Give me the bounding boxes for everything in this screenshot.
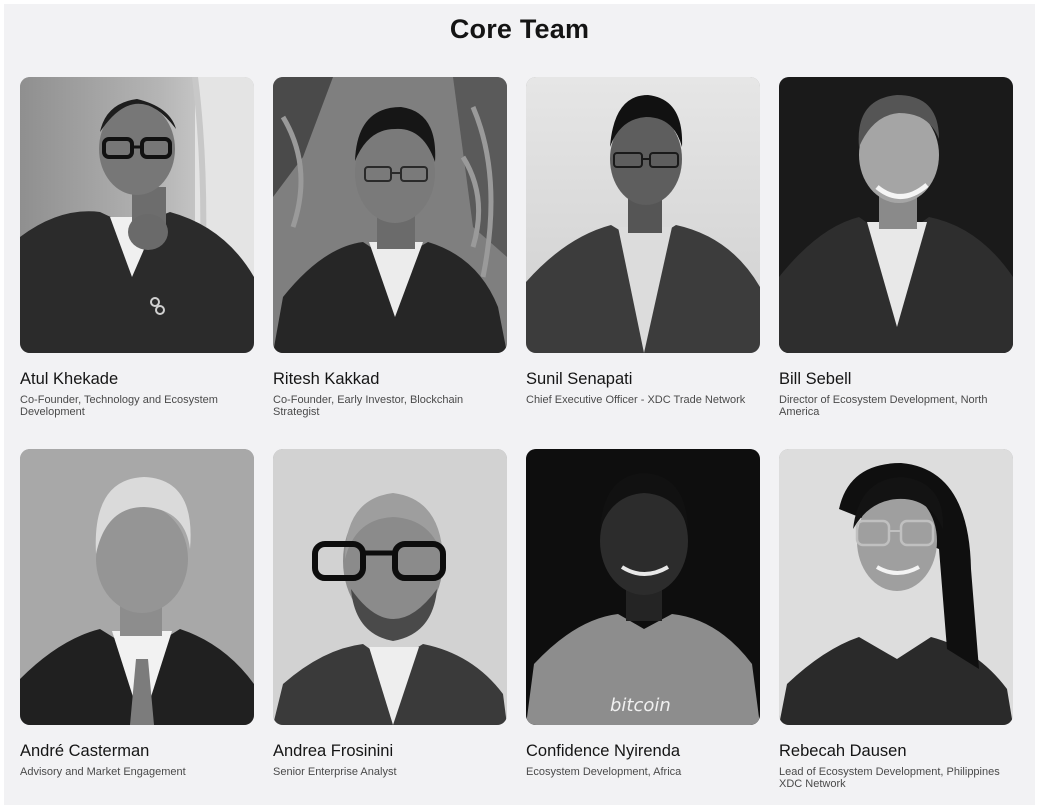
portrait-photo [779,77,1013,353]
team-card-rebecah-dausen: Rebecah Dausen Lead of Ecosystem Develop… [779,449,1013,799]
portrait-image [526,77,760,353]
member-role: Senior Enterprise Analyst [273,766,397,778]
portrait-image [273,449,507,725]
team-card-confidence-nyirenda: bitcoin Confidence Nyirenda Ecosystem De… [526,449,760,799]
portrait-photo [273,77,507,353]
team-card-andre-casterman: André Casterman Advisory and Market Enga… [20,449,254,799]
portrait-photo [273,449,507,725]
member-name: Rebecah Dausen [779,742,907,760]
portrait-image: bitcoin [526,449,760,725]
member-role: Co-Founder, Early Investor, Blockchain S… [273,394,464,418]
shirt-logo-text: bitcoin [610,695,671,716]
portrait-image [779,77,1013,353]
member-role: Co-Founder, Technology and Ecosystem Dev… [20,394,218,418]
member-name: Atul Khekade [20,370,119,388]
portrait-image [779,449,1013,725]
member-role: Advisory and Market Engagement [20,766,186,778]
team-grid: Atul Khekade Co-Founder, Technology and … [20,77,1013,799]
team-card-andrea-frosinini: Andrea Frosinini Senior Enterprise Analy… [273,449,507,799]
team-card-sunil-senapati: Sunil Senapati Chief Executive Officer -… [526,77,760,427]
portrait-image [20,77,254,353]
portrait-photo: bitcoin [526,449,760,725]
team-card-bill-sebell: Bill Sebell Director of Ecosystem Develo… [779,77,1013,427]
member-name: Andrea Frosinini [273,742,394,760]
portrait-image [273,77,507,353]
member-name: Confidence Nyirenda [526,742,681,760]
member-role: Chief Executive Officer - XDC Trade Netw… [526,394,746,406]
portrait-photo [20,77,254,353]
member-role: Ecosystem Development, Africa [526,766,682,778]
member-role: Director of Ecosystem Development, North… [779,394,988,418]
portrait-photo [526,77,760,353]
member-role: Lead of Ecosystem Development, Philippin… [779,766,1000,790]
member-name: Sunil Senapati [526,370,633,388]
core-team-section: Core Team Atul Khekade Co-Founder, Techn… [4,4,1035,805]
member-name: Ritesh Kakkad [273,370,380,388]
member-name: Bill Sebell [779,370,852,388]
portrait-image [20,449,254,725]
team-card-atul-khekade: Atul Khekade Co-Founder, Technology and … [20,77,254,427]
team-card-ritesh-kakkad: Ritesh Kakkad Co-Founder, Early Investor… [273,77,507,427]
member-name: André Casterman [20,742,150,760]
portrait-photo [20,449,254,725]
section-title: Core Team [449,14,590,44]
portrait-photo [779,449,1013,725]
